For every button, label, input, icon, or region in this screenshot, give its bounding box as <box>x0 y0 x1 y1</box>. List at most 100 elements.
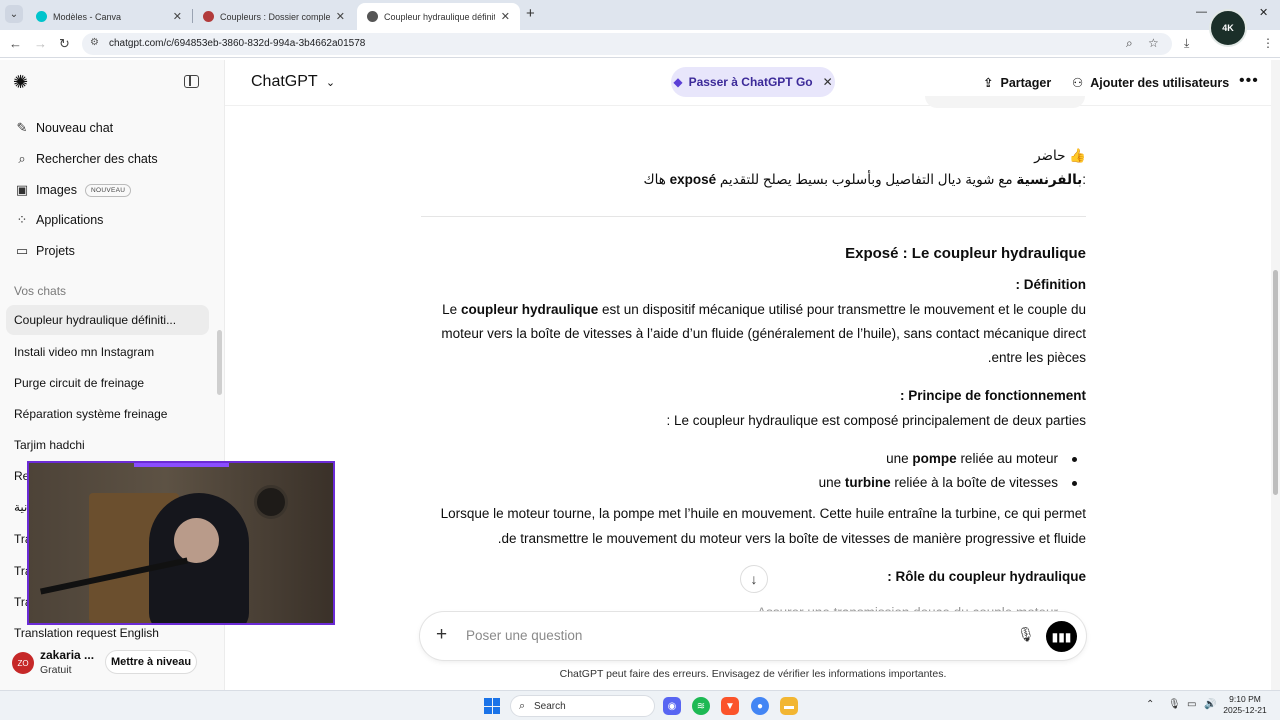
composer-input[interactable]: Poser une question <box>466 628 582 643</box>
file-explorer-icon[interactable]: ▬ <box>780 697 798 715</box>
browser-tab-chatgpt[interactable]: Coupleur hydraulique définitio ✕ <box>357 3 520 30</box>
add-users-button[interactable]: ⚇ Ajouter des utilisateurs <box>1072 75 1229 91</box>
chat-item[interactable]: Instali video mn Instagram <box>14 345 154 359</box>
system-clock[interactable]: 9:10 PM 2025-12-21 <box>1220 694 1270 716</box>
spotify-icon[interactable]: ≋ <box>692 697 710 715</box>
header-divider <box>225 105 1271 106</box>
model-name: ChatGPT <box>251 73 318 90</box>
chat-item[interactable]: Purge circuit de freinage <box>14 376 144 390</box>
tray-display-icon[interactable]: ▭ <box>1187 699 1196 710</box>
diamond-icon: ◆ <box>673 75 683 89</box>
url-text: chatgpt.com/c/694853eb-3860-832d-994a-3b… <box>109 38 366 49</box>
site-favicon-icon <box>203 11 214 22</box>
sidebar-item-label: Applications <box>36 213 104 227</box>
webcam-wall-clock <box>254 485 288 519</box>
clock-date: 2025-12-21 <box>1223 705 1267 715</box>
model-selector[interactable]: ChatGPT ⌄ <box>251 73 335 91</box>
share-icon: ⇪ <box>983 76 994 90</box>
sidebar-new-chat[interactable]: ✎ Nouveau chat <box>14 117 114 139</box>
upgrade-go-pill[interactable]: ◆ Passer à ChatGPT Go ✕ <box>671 67 835 97</box>
share-label: Partager <box>1000 75 1052 90</box>
browser-toolbar: ← → ↻ ⚙ chatgpt.com/c/694853eb-3860-832d… <box>0 30 1280 58</box>
waveform-icon: ▮▮▮ <box>1051 629 1072 644</box>
browser-menu-icon[interactable]: ⋮ <box>1262 36 1274 50</box>
canva-favicon-icon <box>36 11 47 22</box>
clock-time: 9:10 PM <box>1229 694 1261 704</box>
webcam-face <box>174 518 219 563</box>
user-name: zakaria ... <box>40 648 95 662</box>
text-segment: une <box>818 475 845 490</box>
text-segment: est un dispositif mécanique utilisé pour… <box>598 302 1086 317</box>
sidebar-search-chats[interactable]: ⌕ Rechercher des chats <box>14 148 157 170</box>
close-tab-icon[interactable]: ✕ <box>336 10 345 23</box>
previous-user-message <box>925 96 1085 108</box>
chrome-icon[interactable]: ● <box>751 697 769 715</box>
tray-microphone-icon[interactable]: 🎙 <box>1168 699 1181 710</box>
chat-item[interactable]: نية <box>14 500 27 514</box>
back-arrow-icon[interactable]: ← <box>9 36 22 51</box>
close-icon[interactable]: ✕ <box>823 75 833 89</box>
reload-icon[interactable]: ↻ <box>59 36 70 52</box>
text-segment: une <box>886 451 913 466</box>
bookmark-star-icon[interactable]: ☆ <box>1148 36 1159 50</box>
close-tab-icon[interactable]: ✕ <box>173 10 182 23</box>
chats-section-title: Vos chats <box>14 284 67 298</box>
voice-mode-button[interactable]: ▮▮▮ <box>1046 621 1077 652</box>
tray-chevron-up-icon[interactable]: ⌃ <box>1146 699 1154 710</box>
tab-title: Coupleur hydraulique définitio <box>384 11 495 22</box>
avatar[interactable]: ZO <box>12 652 34 674</box>
bold-segment: pompe <box>912 451 957 466</box>
chatgpt-logo-icon[interactable]: ✺ <box>13 72 28 93</box>
plus-icon[interactable]: + <box>436 624 447 646</box>
zoom-icon[interactable]: ⌕ <box>1126 36 1133 51</box>
sidebar-scrollbar[interactable] <box>217 330 222 395</box>
taskbar-search[interactable]: ⌕ Search <box>510 695 655 717</box>
forward-arrow-icon[interactable]: → <box>34 36 47 51</box>
bold-segment: coupleur hydraulique <box>460 302 599 317</box>
microphone-icon[interactable]: 🎙 <box>1017 626 1035 643</box>
address-bar[interactable]: ⚙ chatgpt.com/c/694853eb-3860-832d-994a-… <box>82 33 1172 55</box>
chat-item[interactable]: Tarjim hadchi <box>14 438 85 452</box>
chat-main: ChatGPT ⌄ ◆ Passer à ChatGPT Go ✕ ⇪ Part… <box>225 60 1271 690</box>
toggle-sidebar-icon[interactable] <box>184 75 199 88</box>
more-options-icon[interactable]: ••• <box>1239 72 1259 90</box>
tab-search-menu-icon[interactable]: ⌄ <box>5 5 23 23</box>
windows-start-icon[interactable] <box>484 698 500 714</box>
sidebar-images[interactable]: ▣ Images NOUVEAU <box>14 179 132 201</box>
discord-icon[interactable]: ◉ <box>663 697 681 715</box>
browser-tab-canva[interactable]: Modèles - Canva ✕ <box>26 3 192 30</box>
new-tab-icon[interactable]: + <box>526 5 535 22</box>
user-account-panel[interactable]: ZO zakaria ... Gratuit Mettre à niveau <box>0 640 224 690</box>
message-composer[interactable]: + Poser une question 🎙 ▮▮▮ <box>420 612 1086 660</box>
browser-tab-coupleurs[interactable]: Coupleurs : Dossier complet | T ✕ <box>193 3 355 30</box>
site-info-icon[interactable]: ⚙ <box>90 37 99 48</box>
disclaimer: ChatGPT peut faire des erreurs. Envisage… <box>559 668 947 680</box>
text-segment: Le <box>442 302 461 317</box>
scroll-down-button[interactable]: ↓ <box>740 565 768 593</box>
sidebar-item-label: Nouveau chat <box>36 121 114 135</box>
chat-item[interactable]: Translation request English <box>14 626 159 640</box>
share-button[interactable]: ⇪ Partager <box>983 75 1052 91</box>
brave-icon[interactable]: ▼ <box>721 697 739 715</box>
download-icon[interactable]: ⤓ <box>1184 36 1189 51</box>
definition-line-2: moteur vers la boîte de vitesses à l’aid… <box>441 326 1086 341</box>
text-segment: reliée à la boîte de vitesses <box>890 475 1058 490</box>
tray-volume-icon[interactable]: 🔊 <box>1204 699 1216 710</box>
bold-segment: turbine <box>844 475 891 490</box>
sidebar-applications[interactable]: ⁘ Applications <box>14 209 104 231</box>
close-tab-icon[interactable]: ✕ <box>501 10 510 23</box>
main-scrollbar[interactable] <box>1271 60 1280 690</box>
minimize-window-icon[interactable]: — <box>1196 6 1207 18</box>
bullet-pompe: une pompe reliée au moteur <box>886 451 1058 466</box>
chat-item-active[interactable]: Coupleur hydraulique définiti... <box>6 305 209 335</box>
main-scrollbar-thumb[interactable] <box>1273 270 1278 495</box>
webcam-frame-glow <box>134 463 229 467</box>
search-icon: ⌕ <box>18 151 26 166</box>
taskbar-search-label: Search <box>534 701 566 712</box>
upgrade-button[interactable]: Mettre à niveau <box>105 650 197 674</box>
close-window-icon[interactable]: ✕ <box>1259 6 1268 19</box>
chevron-down-icon: ⌄ <box>325 77 336 89</box>
sidebar-projects[interactable]: ▭ Projets <box>14 240 75 262</box>
paragraph-line-2: .de transmettre le mouvement du moteur v… <box>497 531 1086 546</box>
chat-item[interactable]: Réparation système freinage <box>14 407 167 421</box>
